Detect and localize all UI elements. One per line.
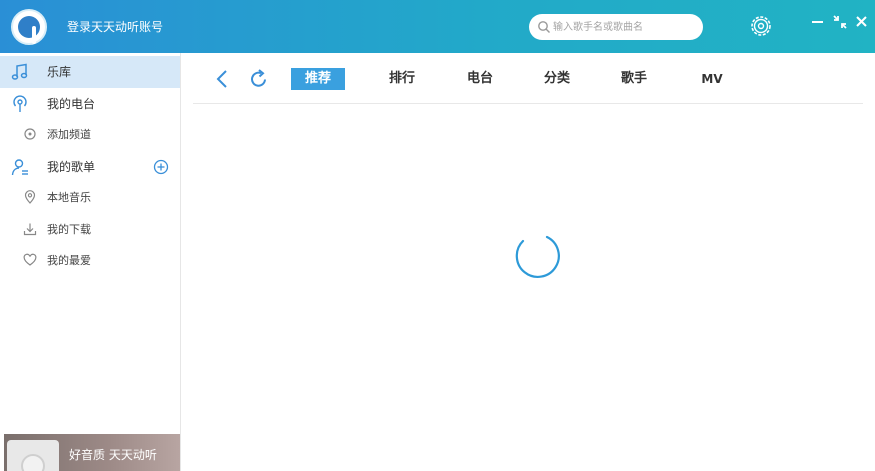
add-channel-icon (24, 128, 36, 140)
restore-icon[interactable] (830, 12, 850, 32)
tab-recommended[interactable]: 推荐 (291, 68, 345, 90)
location-icon (24, 190, 36, 204)
promo-text: 好音质 天天动听 (69, 448, 157, 462)
settings-gear-icon[interactable] (748, 13, 774, 39)
tab-charts[interactable]: 排行 (387, 68, 417, 90)
sidebar-item-label: 我的歌单 (47, 160, 96, 174)
sidebar-item-label: 添加频道 (47, 128, 91, 141)
radio-icon (13, 95, 27, 112)
sidebar-item-label: 我的下载 (47, 223, 91, 236)
promo-banner[interactable]: 好音质 天天动听 (4, 434, 180, 471)
sidebar-item-label: 我的最爱 (47, 254, 91, 267)
login-link[interactable]: 登录天天动听账号 (67, 20, 163, 34)
album-disc-icon (7, 440, 59, 471)
sidebar-item-local-music[interactable]: 本地音乐 (0, 182, 180, 214)
tab-categories[interactable]: 分类 (542, 68, 572, 90)
download-icon (23, 223, 37, 236)
sidebar-item-my-playlists[interactable]: 我的歌单 (0, 151, 180, 183)
sidebar-item-my-radio[interactable]: 我的电台 (0, 88, 180, 120)
sidebar-item-label: 乐库 (47, 65, 72, 79)
tab-mv[interactable]: MV (697, 68, 727, 90)
user-playlist-icon (11, 159, 28, 176)
main-content: 推荐 排行 电台 分类 歌手 MV (181, 53, 875, 471)
back-arrow-icon[interactable] (212, 67, 234, 91)
tab-divider (193, 103, 863, 104)
minimize-icon[interactable] (808, 12, 828, 32)
tab-artists[interactable]: 歌手 (619, 68, 649, 90)
sidebar: 乐库 我的电台 添加频道 我的歌单 本地音乐 我的下载 我的最爱 好音质 天天动… (0, 53, 181, 471)
sidebar-item-favorites[interactable]: 我的最爱 (0, 245, 180, 277)
search-box[interactable] (529, 14, 703, 40)
app-logo-icon[interactable] (11, 9, 47, 45)
music-note-icon (11, 63, 28, 80)
tab-radio[interactable]: 电台 (465, 68, 495, 90)
refresh-icon[interactable] (248, 67, 270, 91)
close-icon[interactable] (852, 12, 872, 32)
title-bar: 登录天天动听账号 (0, 0, 875, 53)
heart-icon (23, 253, 37, 266)
search-input[interactable] (553, 17, 693, 37)
sidebar-item-label: 本地音乐 (47, 191, 91, 204)
loading-spinner-icon (515, 235, 560, 278)
sidebar-item-library[interactable]: 乐库 (0, 56, 180, 88)
sidebar-item-label: 我的电台 (47, 97, 96, 111)
add-playlist-icon[interactable] (153, 159, 169, 175)
sidebar-item-downloads[interactable]: 我的下载 (0, 214, 180, 246)
sidebar-item-add-channel[interactable]: 添加频道 (0, 119, 180, 151)
search-icon[interactable] (537, 20, 551, 34)
